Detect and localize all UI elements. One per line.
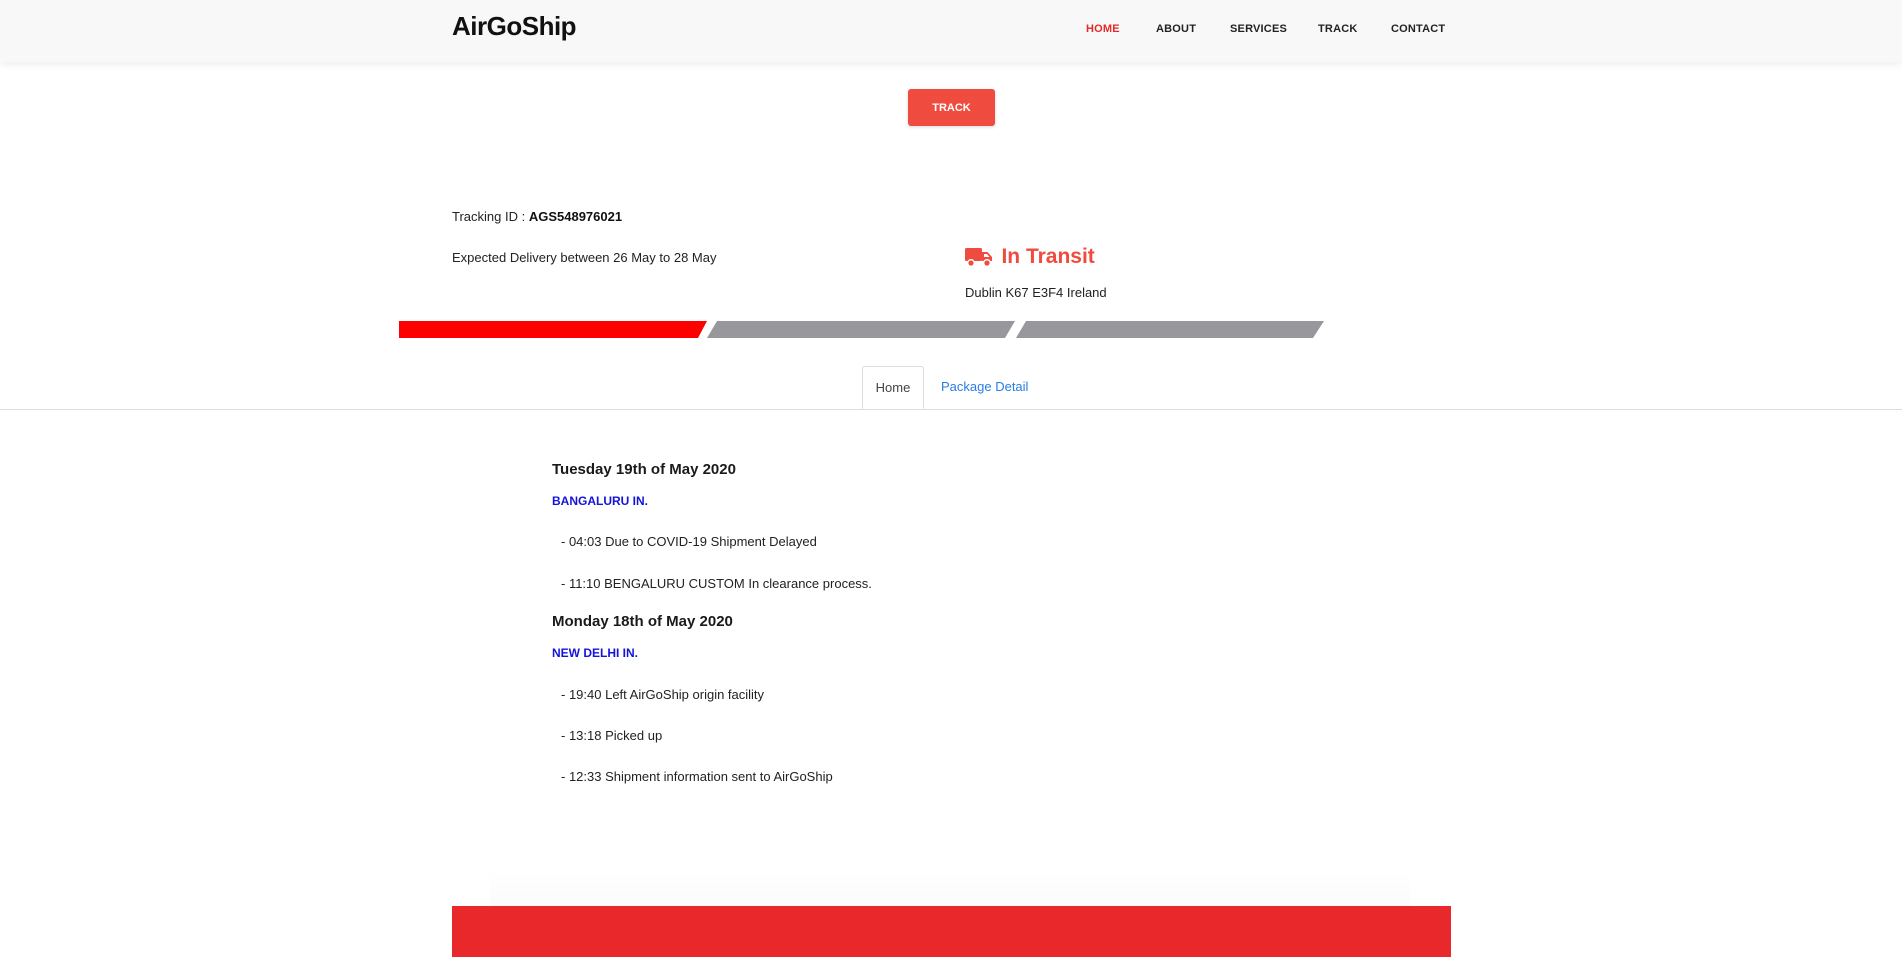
nav-track[interactable]: TRACK bbox=[1318, 23, 1358, 35]
nav-about[interactable]: ABOUT bbox=[1156, 23, 1196, 35]
main-nav: HOME ABOUT SERVICES TRACK CONTACT bbox=[0, 0, 1902, 62]
track-button[interactable]: TRACK bbox=[908, 89, 995, 126]
top-navbar: AirGoShip HOME ABOUT SERVICES TRACK CONT… bbox=[0, 0, 1902, 62]
nav-home[interactable]: HOME bbox=[1086, 23, 1120, 35]
history-date: Monday 18th of May 2020 bbox=[552, 613, 733, 630]
history-event: - 13:18 Picked up bbox=[561, 728, 663, 743]
footer-banner bbox=[452, 906, 1451, 957]
current-location: Dublin K67 E3F4 Ireland bbox=[965, 285, 1107, 300]
tracking-id-label: Tracking ID : bbox=[452, 209, 529, 224]
tracking-id-row: Tracking ID : AGS548976021 bbox=[452, 209, 622, 224]
tabs-divider bbox=[0, 409, 1902, 410]
progress-step-1 bbox=[399, 321, 707, 338]
history-city: NEW DELHI IN. bbox=[552, 646, 638, 660]
history-event: - 19:40 Left AirGoShip origin facility bbox=[561, 687, 765, 702]
history-city: BANGALURU IN. bbox=[552, 494, 648, 508]
footer-shadow bbox=[490, 870, 1410, 910]
delivery-progress-bar bbox=[399, 321, 1324, 338]
expected-delivery: Expected Delivery between 26 May to 28 M… bbox=[452, 250, 717, 265]
history-event: - 11:10 BENGALURU CUSTOM In clearance pr… bbox=[561, 576, 872, 591]
history-event: - 12:33 Shipment information sent to Air… bbox=[561, 769, 833, 784]
tracking-id-value: AGS548976021 bbox=[528, 209, 623, 224]
status-label: In Transit bbox=[1001, 245, 1095, 268]
progress-step-3 bbox=[1016, 321, 1324, 338]
tab-package-detail[interactable]: Package Detail bbox=[941, 366, 1028, 409]
tab-home[interactable]: Home bbox=[862, 366, 924, 409]
history-date: Tuesday 19th of May 2020 bbox=[552, 461, 736, 478]
shipment-status: In Transit bbox=[965, 245, 1095, 269]
progress-step-2 bbox=[707, 321, 1015, 338]
nav-services[interactable]: SERVICES bbox=[1230, 23, 1287, 35]
nav-contact[interactable]: CONTACT bbox=[1391, 23, 1445, 35]
truck-icon bbox=[965, 248, 992, 267]
history-event: - 04:03 Due to COVID-19 Shipment Delayed bbox=[561, 534, 817, 549]
